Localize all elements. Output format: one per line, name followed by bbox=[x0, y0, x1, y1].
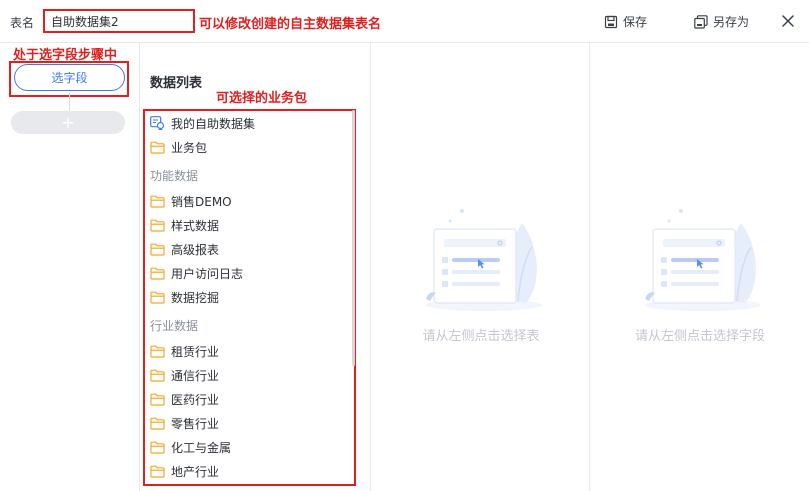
folder-icon bbox=[150, 219, 165, 232]
plus-icon: + bbox=[61, 113, 75, 132]
annotation-business-packages: 可选择的业务包 bbox=[216, 91, 308, 106]
group-label-industry-data: 行业数据 bbox=[150, 319, 199, 333]
folder-icon bbox=[150, 441, 165, 454]
list-item-label: 高级报表 bbox=[171, 242, 220, 257]
steps-panel: 处于选字段步骤中 选字段 + bbox=[0, 43, 140, 491]
folder-icon bbox=[150, 345, 165, 358]
empty-field-illustration bbox=[641, 207, 771, 316]
list-item-business-packages[interactable]: 业务包 bbox=[150, 136, 207, 158]
list-item-label: 通信行业 bbox=[171, 368, 220, 383]
list-item-label: 业务包 bbox=[171, 140, 208, 155]
empty-table-illustration bbox=[422, 207, 552, 316]
list-item-label: 化工与金属 bbox=[171, 440, 232, 455]
my-dataset-icon bbox=[150, 116, 165, 130]
list-item-label: 医药行业 bbox=[171, 392, 220, 407]
select-fields-step-button[interactable]: 选字段 bbox=[14, 64, 125, 91]
annotation-table-name: 可以修改创建的自主数据集表名 bbox=[199, 17, 382, 32]
list-item-label: 租赁行业 bbox=[171, 344, 220, 359]
list-item-label: 数据挖掘 bbox=[171, 290, 220, 305]
save-as-icon bbox=[694, 14, 708, 29]
add-step-button[interactable]: + bbox=[11, 111, 125, 134]
list-item-real-estate[interactable]: 地产行业 bbox=[150, 460, 219, 482]
folder-icon bbox=[150, 195, 165, 208]
list-item-leasing[interactable]: 租赁行业 bbox=[150, 340, 219, 362]
list-item-advanced-reports[interactable]: 高级报表 bbox=[150, 238, 219, 260]
dialog-header: 表名 可以修改创建的自主数据集表名 保存 另存为 bbox=[0, 0, 809, 43]
save-as-label: 另存为 bbox=[713, 15, 750, 29]
field-select-panel: 请从左侧点击选择字段 bbox=[591, 43, 809, 491]
folder-icon bbox=[150, 267, 165, 280]
list-item-retail[interactable]: 零售行业 bbox=[150, 412, 219, 434]
save-icon bbox=[604, 15, 618, 29]
select-field-hint: 请从左侧点击选择字段 bbox=[634, 329, 765, 344]
save-as-button[interactable]: 另存为 bbox=[694, 13, 749, 30]
folder-icon bbox=[150, 417, 165, 430]
save-button[interactable]: 保存 bbox=[604, 13, 647, 30]
save-label: 保存 bbox=[623, 15, 648, 29]
list-item-pharma[interactable]: 医药行业 bbox=[150, 388, 219, 410]
list-item-data-mining[interactable]: 数据挖掘 bbox=[150, 286, 219, 308]
list-item-label: 地产行业 bbox=[171, 464, 220, 479]
list-item-label: 销售DEMO bbox=[171, 194, 232, 209]
table-name-input[interactable] bbox=[43, 9, 195, 33]
step-connector bbox=[69, 92, 70, 112]
select-table-hint: 请从左侧点击选择表 bbox=[422, 329, 540, 344]
table-select-panel: 请从左侧点击选择表 bbox=[372, 43, 590, 491]
list-item-user-access-log[interactable]: 用户访问日志 bbox=[150, 262, 243, 284]
folder-icon bbox=[150, 393, 165, 406]
folder-icon bbox=[150, 291, 165, 304]
list-item-sales-demo[interactable]: 销售DEMO bbox=[150, 190, 232, 212]
list-item-label: 零售行业 bbox=[171, 416, 220, 431]
folder-icon bbox=[150, 465, 165, 478]
folder-icon bbox=[150, 243, 165, 256]
data-list-title: 数据列表 bbox=[150, 76, 203, 91]
list-item-label: 我的自助数据集 bbox=[171, 116, 256, 131]
group-label-function-data: 功能数据 bbox=[150, 169, 199, 183]
close-icon[interactable] bbox=[780, 13, 796, 32]
list-item-label: 用户访问日志 bbox=[171, 266, 244, 281]
list-item-chemical-metal[interactable]: 化工与金属 bbox=[150, 436, 231, 458]
list-item-my-datasets[interactable]: 我的自助数据集 bbox=[150, 112, 255, 134]
data-list-panel: 数据列表 可选择的业务包 我的自助数据集 业务包 功能数据 销售DEMO 样式数… bbox=[141, 43, 371, 491]
list-item-style-data[interactable]: 样式数据 bbox=[150, 214, 219, 236]
table-name-label: 表名 bbox=[10, 16, 35, 30]
data-list-scrollbar[interactable] bbox=[352, 110, 355, 366]
folder-icon bbox=[150, 369, 165, 382]
list-item-telecom[interactable]: 通信行业 bbox=[150, 364, 219, 386]
list-item-label: 样式数据 bbox=[171, 218, 220, 233]
folder-icon bbox=[150, 141, 165, 154]
